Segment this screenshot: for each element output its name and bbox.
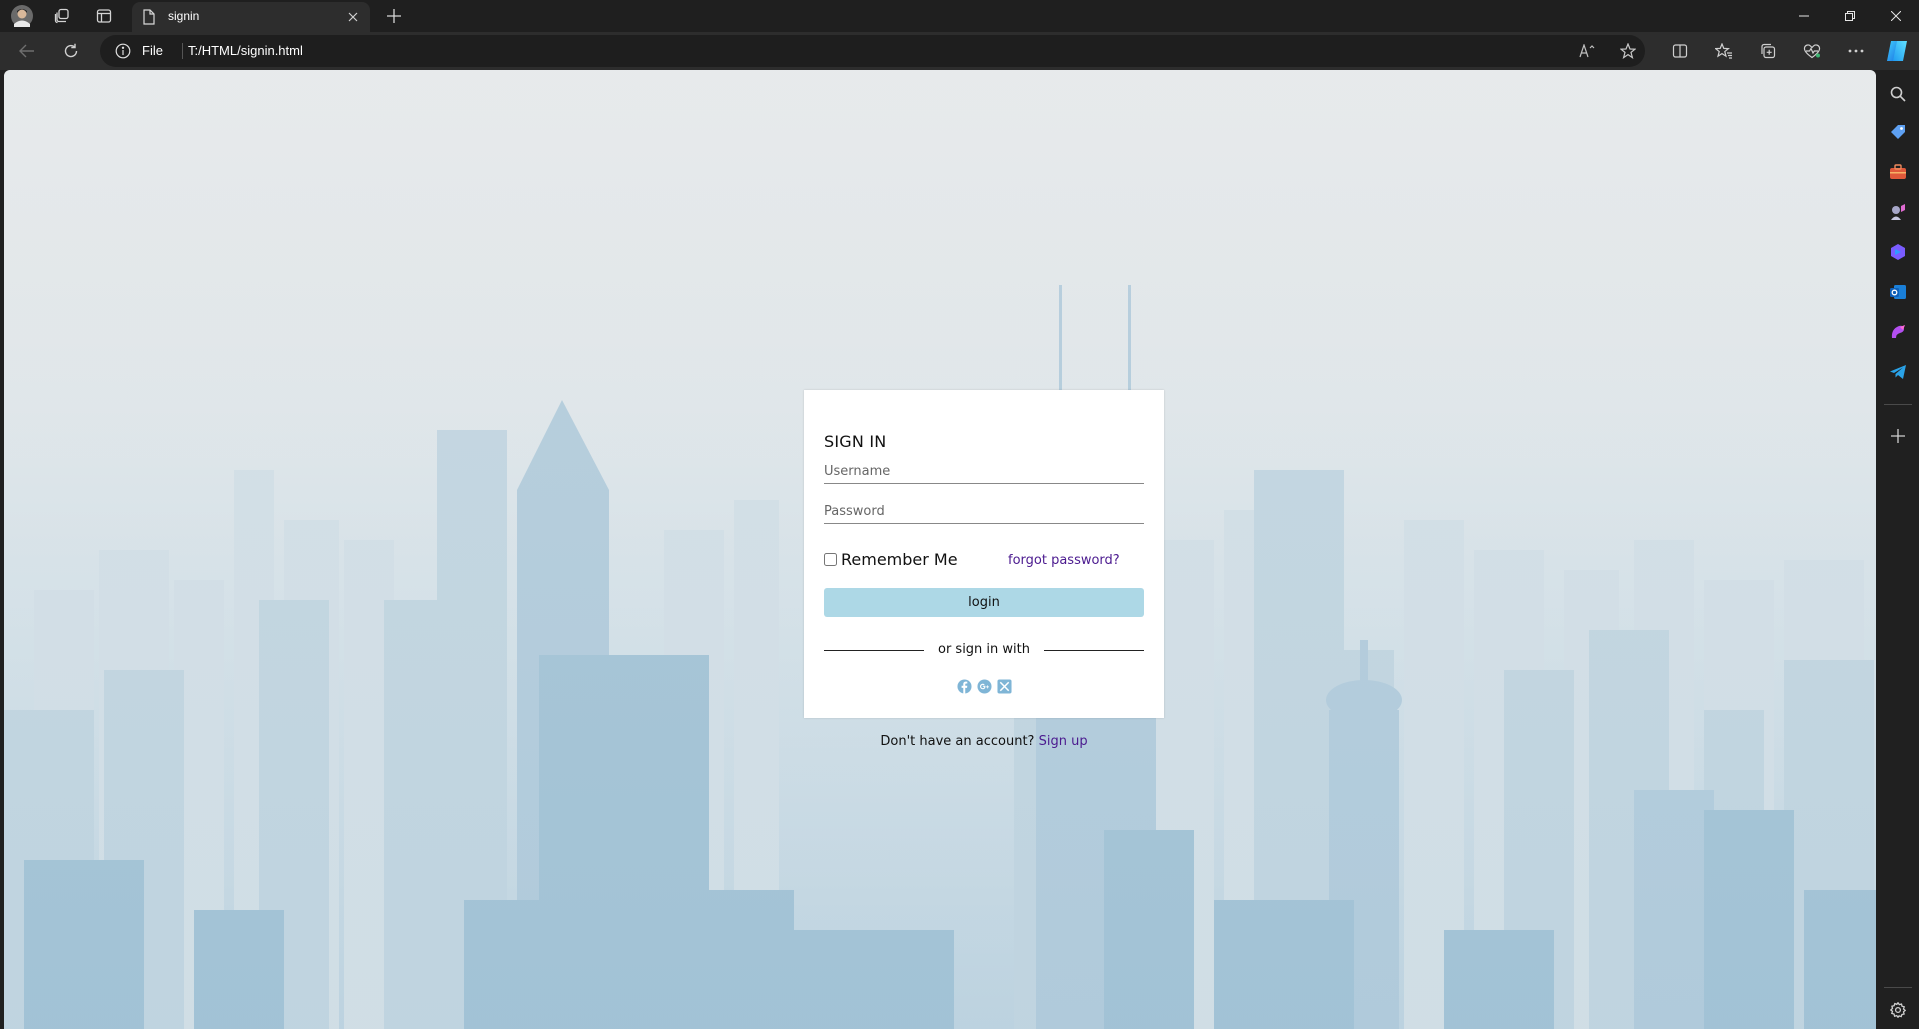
page-viewport: SIGN IN Remember Me forgot password? log… [4,70,1876,1029]
divider-right [1044,650,1144,651]
tools-briefcase-icon[interactable] [1886,160,1910,184]
address-bar[interactable]: File T:/HTML/signin.html [100,35,1645,67]
outlook-icon[interactable] [1886,280,1910,304]
back-button[interactable] [12,37,42,65]
add-sidebar-app-icon[interactable] [1886,424,1910,448]
browser-toolbar: File T:/HTML/signin.html [0,32,1919,70]
facebook-icon[interactable] [956,678,972,694]
new-tab-button[interactable] [380,3,408,29]
read-aloud-icon[interactable] [1576,41,1598,61]
browser-essentials-icon[interactable] [1796,37,1828,65]
search-icon[interactable] [1886,82,1910,106]
split-screen-icon[interactable] [1664,37,1696,65]
restore-button[interactable] [1827,0,1873,32]
password-field[interactable] [824,500,1144,524]
username-field[interactable] [824,460,1144,484]
close-window-button[interactable] [1873,0,1919,32]
document-icon [142,9,156,29]
copilot-icon[interactable] [1882,36,1912,66]
games-icon[interactable] [1886,200,1910,224]
bing-chat-icon[interactable] [1886,240,1910,264]
tab-signin[interactable]: signin [132,2,370,32]
close-tab-icon[interactable] [342,6,364,28]
address-scheme-label: File [142,43,163,58]
favorites-icon[interactable] [1708,37,1740,65]
signup-prompt-text: Don't have an account? [880,734,1035,749]
sidebar-divider [1884,987,1912,988]
vertical-tabs-icon[interactable] [88,4,120,28]
address-url[interactable]: T:/HTML/signin.html [188,43,303,58]
signin-card: SIGN IN Remember Me forgot password? log… [804,390,1164,718]
address-divider [182,43,183,59]
collections-icon[interactable] [1752,37,1784,65]
login-button[interactable]: login [824,588,1144,617]
more-options-icon[interactable] [1840,37,1872,65]
tab-title: signin [168,9,200,23]
signup-prompt: Don't have an account? Sign up [804,734,1164,749]
sidebar-divider [1884,404,1912,405]
signin-title: SIGN IN [824,432,887,451]
remember-me-checkbox[interactable] [824,553,837,566]
minimize-button[interactable] [1781,0,1827,32]
sidebar-settings-gear-icon[interactable] [1886,998,1910,1022]
x-twitter-icon[interactable] [996,678,1012,694]
designer-icon[interactable] [1886,320,1910,344]
remember-me[interactable]: Remember Me [824,550,958,569]
telegram-icon[interactable] [1886,360,1910,384]
refresh-button[interactable] [56,37,86,65]
title-bar: signin [0,0,1919,32]
forgot-password-link[interactable]: forgot password? [1008,553,1120,568]
google-plus-icon[interactable] [976,678,992,694]
profile-avatar[interactable] [6,4,38,28]
workspaces-icon[interactable] [46,4,78,28]
favorite-star-icon[interactable] [1617,41,1639,61]
signup-link[interactable]: Sign up [1039,734,1088,749]
info-icon[interactable] [115,43,131,63]
edge-sidebar [1878,70,1919,1029]
shopping-tag-icon[interactable] [1886,120,1910,144]
remember-me-label: Remember Me [841,550,958,569]
